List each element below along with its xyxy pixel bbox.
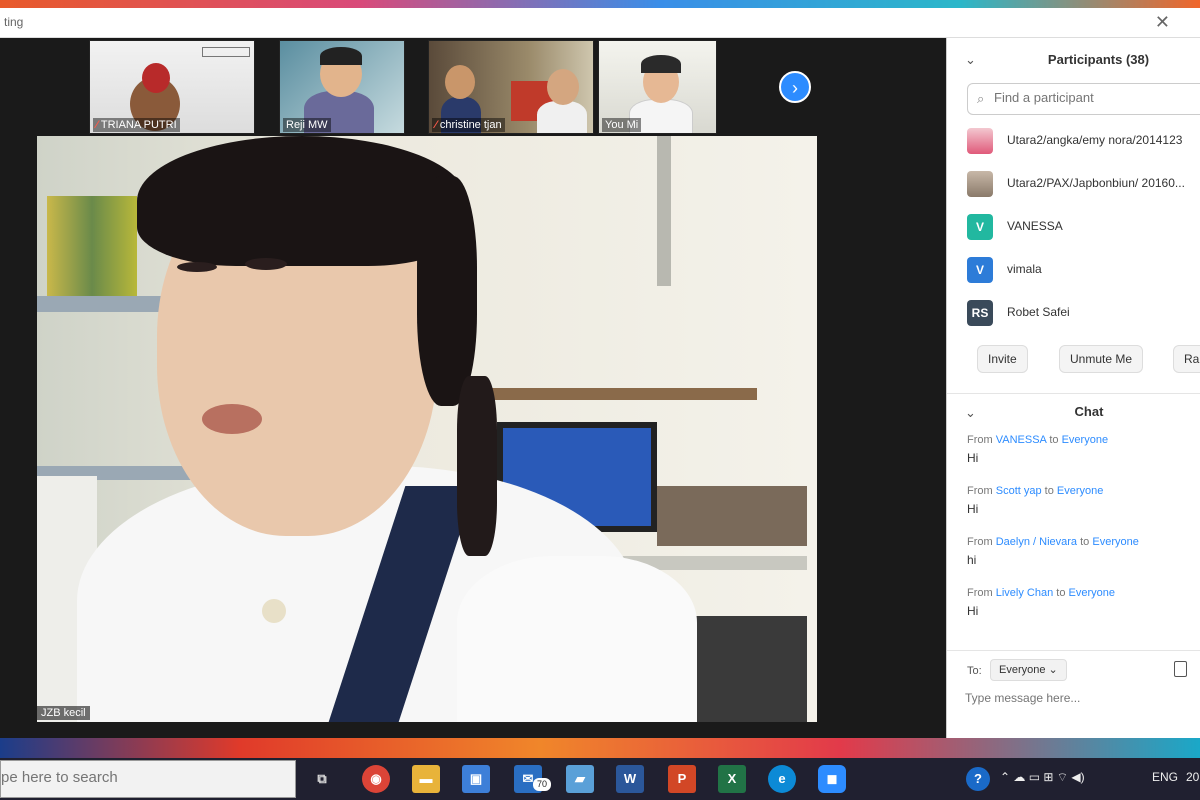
to-label: To: — [967, 665, 982, 677]
taskbar-search[interactable] — [0, 760, 296, 798]
message-meta: From Daelyn / Nievara to Everyone — [967, 536, 1139, 548]
message-recipient[interactable]: Everyone — [1057, 485, 1103, 497]
search-input[interactable] — [994, 90, 1194, 105]
word-icon[interactable]: W — [616, 765, 644, 793]
thumbnail-name: ⁄ TRIANA PUTRI — [93, 118, 180, 132]
message-sender[interactable]: VANESSA — [996, 434, 1047, 446]
participant-row[interactable]: Utara2/PAX/Japbonbiun/ 20160... — [947, 163, 1200, 206]
participant-row[interactable]: V VANESSA — [947, 206, 1200, 249]
thumbnail-name: You Mi — [602, 118, 642, 132]
chat-message: From Lively Chan to Everyone Hi — [947, 583, 1200, 634]
zoom-icon[interactable]: ◼ — [818, 765, 846, 793]
participant-row[interactable]: Utara2/angka/emy nora/2014123 — [947, 120, 1200, 163]
avatar: V — [967, 214, 993, 240]
avatar — [967, 128, 993, 154]
participant-thumbnail[interactable]: You Mi — [598, 40, 717, 134]
window-titlebar: ting ✕ — [0, 8, 1200, 38]
participant-name: Robet Safei — [1007, 305, 1070, 319]
participant-name: vimala — [1007, 262, 1042, 276]
chat-title: Chat — [1074, 404, 1104, 419]
language-indicator[interactable]: ENG — [1152, 770, 1178, 784]
message-sender[interactable]: Lively Chan — [996, 587, 1053, 599]
message-meta: From VANESSA to Everyone — [967, 434, 1109, 446]
participant-thumbnail[interactable]: ⁄ christine tjan — [428, 40, 594, 134]
next-page-button[interactable]: › — [779, 71, 811, 103]
participant-row[interactable]: RS Robet Safei — [947, 292, 1200, 335]
speaker-name-tag: JZB kecil — [37, 706, 90, 720]
mail-badge: 70 — [533, 778, 551, 791]
message-recipient[interactable]: Everyone — [1092, 536, 1138, 548]
message-meta: From Lively Chan to Everyone — [967, 587, 1116, 599]
avatar — [967, 171, 993, 197]
close-icon[interactable]: ✕ — [1155, 12, 1170, 33]
search-icon: ⌕ — [977, 91, 985, 106]
participant-search[interactable]: ⌕ — [967, 83, 1200, 115]
message-meta: From Scott yap to Everyone — [967, 485, 1104, 497]
participant-name: VANESSA — [1007, 219, 1063, 233]
invite-button[interactable]: Invite — [977, 345, 1028, 373]
participants-header: ⌄ Participants (38) — [947, 38, 1200, 82]
message-text: Hi — [967, 451, 979, 465]
unmute-me-button[interactable]: Unmute Me — [1059, 345, 1144, 373]
participant-thumbnail[interactable]: Reji MW — [279, 40, 405, 134]
file-explorer-icon[interactable]: ▬ — [412, 765, 440, 793]
desktop-wallpaper-strip — [0, 738, 1200, 758]
excel-icon[interactable]: X — [718, 765, 746, 793]
clock[interactable]: 20 — [1186, 770, 1199, 784]
notes-icon[interactable]: ▰ — [566, 765, 594, 793]
message-text: Hi — [967, 502, 979, 516]
thumbnail-name: ⁄ christine tjan — [432, 118, 505, 132]
chat-header: ⌄ Chat — [947, 393, 1200, 427]
taskbar: ⧉ ◉ ▬ ▣ ✉ 70 ▰ W P X e ◼ ? ⌃ ☁ ▭ ⊞ ⌔ ◀) … — [0, 758, 1200, 800]
store-icon[interactable]: ▣ — [462, 765, 490, 793]
participant-list: Utara2/angka/emy nora/2014123 Utara2/PAX… — [947, 120, 1200, 335]
chat-message: From Scott yap to Everyone Hi — [947, 481, 1200, 532]
chat-message: From Daelyn / Nievara to Everyone hi — [947, 532, 1200, 583]
tray-icons[interactable]: ⌃ ☁ ▭ ⊞ ⌔ ◀) — [1000, 770, 1085, 785]
thumbnail-name: Reji MW — [283, 118, 331, 132]
meeting-area: ⁄TRIANA PUTRI Reji MW ⁄christine tjan — [0, 38, 946, 738]
recipient-dropdown[interactable]: Everyone ⌄ — [990, 659, 1067, 681]
chrome-icon[interactable]: ◉ — [362, 765, 390, 793]
participant-row[interactable]: V vimala — [947, 249, 1200, 292]
side-panel: ⌄ Participants (38) ⌕ Utara2/angka/emy n… — [946, 38, 1200, 738]
active-speaker-video: JZB kecil — [37, 136, 817, 722]
participants-title: Participants (38) — [1047, 52, 1150, 67]
file-icon[interactable] — [1174, 661, 1187, 677]
avatar: RS — [967, 300, 993, 326]
muted-mic-icon: ⁄ — [96, 119, 98, 131]
powerpoint-icon[interactable]: P — [668, 765, 696, 793]
window-title: ting — [4, 15, 24, 29]
message-text: Hi — [967, 604, 979, 618]
chat-messages: From VANESSA to Everyone Hi From Scott y… — [947, 430, 1200, 634]
taskbar-search-input[interactable] — [1, 769, 281, 786]
chat-message-input[interactable] — [965, 691, 1185, 727]
muted-mic-icon: ⁄ — [435, 119, 437, 131]
chat-compose: To: Everyone ⌄ — [947, 650, 1200, 738]
participant-actions: Invite Unmute Me Raise — [947, 345, 1200, 375]
message-recipient[interactable]: Everyone — [1069, 587, 1115, 599]
message-recipient[interactable]: Everyone — [1062, 434, 1108, 446]
message-sender[interactable]: Daelyn / Nievara — [996, 536, 1077, 548]
message-sender[interactable]: Scott yap — [996, 485, 1042, 497]
participant-name: Utara2/PAX/Japbonbiun/ 20160... — [1007, 176, 1185, 190]
task-view-icon[interactable]: ⧉ — [308, 765, 336, 793]
avatar: V — [967, 257, 993, 283]
desktop-top-strip — [0, 0, 1200, 8]
raise-hand-button[interactable]: Raise — [1173, 345, 1200, 373]
message-text: hi — [967, 553, 977, 567]
help-icon[interactable]: ? — [966, 767, 990, 791]
edge-icon[interactable]: e — [768, 765, 796, 793]
participant-name: Utara2/angka/emy nora/2014123 — [1007, 133, 1183, 147]
chat-message: From VANESSA to Everyone Hi — [947, 430, 1200, 481]
participant-thumbnail[interactable]: ⁄ TRIANA PUTRI — [89, 40, 255, 134]
